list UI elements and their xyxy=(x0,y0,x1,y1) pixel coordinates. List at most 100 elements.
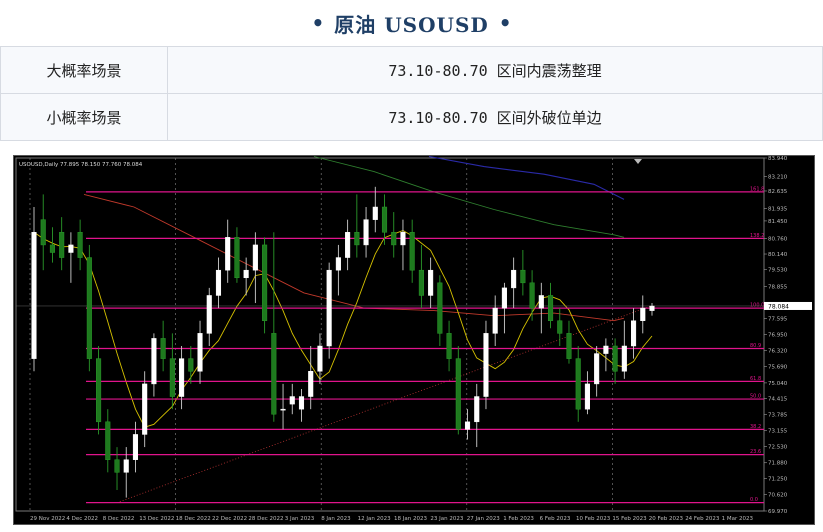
candle-body xyxy=(400,232,406,246)
price-tick-label: 75.690 xyxy=(768,364,788,370)
date-tick-label: 3 Jan 2023 xyxy=(285,516,315,522)
date-tick-label: 20 Feb 2023 xyxy=(649,516,684,522)
date-tick-label: 13 Dec 2022 xyxy=(139,516,174,522)
date-tick-label: 22 Dec 2022 xyxy=(212,516,247,522)
candle-body xyxy=(575,358,581,410)
price-tick-label: 73.785 xyxy=(768,413,788,419)
candle-body xyxy=(215,269,222,296)
price-tick-label: 76.950 xyxy=(768,333,788,339)
candle-body xyxy=(354,232,360,246)
candle-body xyxy=(179,358,185,397)
trend-line xyxy=(116,305,653,504)
candle-body xyxy=(40,219,46,246)
candle-body xyxy=(225,237,231,271)
fib-level-label: 50.0 xyxy=(750,394,761,400)
candle-body xyxy=(59,232,65,258)
candle-body xyxy=(243,269,249,279)
price-tick-label: 79.530 xyxy=(768,267,788,273)
candle-body xyxy=(308,371,314,397)
date-tick-label: 15 Feb 2023 xyxy=(612,516,647,522)
candle-body xyxy=(289,396,295,405)
title-bullet-left: • xyxy=(311,11,325,35)
candle-body xyxy=(649,305,655,311)
date-tick-label: 1 Feb 2023 xyxy=(503,516,534,522)
price-tick-label: 71.250 xyxy=(768,477,788,483)
fib-level-label: 38.2 xyxy=(750,424,761,430)
date-tick-label: 23 Jan 2023 xyxy=(430,516,463,522)
fib-level-label: 23.6 xyxy=(750,449,761,455)
candle-body xyxy=(520,269,526,284)
date-tick-label: 6 Feb 2023 xyxy=(540,516,571,522)
candle-body xyxy=(557,320,563,334)
candle-body xyxy=(151,338,157,385)
candle-body xyxy=(77,232,83,258)
candle-body xyxy=(105,421,111,460)
candle-body xyxy=(114,459,120,473)
price-tick-label: 76.320 xyxy=(768,349,788,355)
date-tick-label: 8 Dec 2022 xyxy=(103,516,135,522)
price-tick-label: 72.530 xyxy=(768,444,788,450)
candle-body xyxy=(132,434,139,460)
date-tick-label: 18 Jan 2023 xyxy=(394,516,427,522)
candle-body xyxy=(252,244,258,271)
chart-svg: 29 Nov 2022 4 Dec 2022 8 Dec 2022 13 Dec 20… xyxy=(15,155,812,522)
candle-body xyxy=(446,333,452,359)
candle-body xyxy=(234,237,240,279)
date-tick-label: 18 Dec 2022 xyxy=(176,516,211,522)
price-tick-label: 70.620 xyxy=(768,493,788,499)
price-tick-label: 83.210 xyxy=(768,174,788,180)
price-tick-label: 77.595 xyxy=(768,316,788,322)
scroll-marker-icon xyxy=(634,159,642,164)
candle-body xyxy=(123,459,129,473)
candle-body xyxy=(262,244,268,321)
candle-body xyxy=(529,282,535,309)
candle-body xyxy=(280,408,286,411)
candle-body xyxy=(511,269,517,289)
candle-body xyxy=(640,307,646,321)
title-bullet-right: • xyxy=(498,11,512,35)
candle-body xyxy=(437,282,443,334)
date-tick-label: 27 Jan 2023 xyxy=(467,516,500,522)
candle-body xyxy=(372,206,378,220)
candle-body xyxy=(584,383,590,410)
candle-body xyxy=(621,345,627,372)
price-tick-label: 80.760 xyxy=(768,236,788,242)
candle-body xyxy=(455,358,461,430)
price-tick-label: 74.415 xyxy=(768,397,788,403)
candle-body xyxy=(381,206,388,233)
symbol-info: USOUSD,Daily 77.895 78.150 77.760 78.084 xyxy=(19,162,143,168)
fib-level-label: 61.8 xyxy=(750,376,761,382)
price-tick-label: 78.855 xyxy=(768,284,788,290)
candle-body xyxy=(335,257,341,271)
scenario-table: 大概率场景 73.10-80.70 区间内震荡整理 小概率场景 73.10-80… xyxy=(0,46,823,141)
candle-body xyxy=(96,358,102,423)
current-price-label: 78.084 xyxy=(768,303,789,310)
candle-body xyxy=(492,307,498,334)
date-tick-label: 24 Feb 2023 xyxy=(685,516,720,522)
candle-body xyxy=(547,295,554,321)
price-tick-label: 81.450 xyxy=(768,219,788,225)
candle-body xyxy=(197,333,203,372)
date-tick-label: 8 Jan 2023 xyxy=(321,516,351,522)
price-tick-label: 71.880 xyxy=(768,461,788,467)
candle-body xyxy=(612,345,618,372)
candle-body xyxy=(142,383,148,435)
candle-body xyxy=(409,232,415,271)
candle-body xyxy=(31,232,37,359)
scenario-row-high: 大概率场景 73.10-80.70 区间内震荡整理 xyxy=(0,46,823,94)
candle-body xyxy=(391,232,397,246)
candle-body xyxy=(363,219,369,246)
price-tick-label: 81.935 xyxy=(768,207,788,213)
candle-body xyxy=(49,244,55,253)
candle-body xyxy=(501,287,507,309)
date-tick-label: 29 Nov 2022 xyxy=(30,516,65,522)
fib-level-label: 100.0 xyxy=(750,303,764,309)
date-tick-label: 1 Mar 2023 xyxy=(722,516,754,522)
ma-slow-line xyxy=(313,156,625,238)
candle-body xyxy=(86,257,92,359)
candle-body xyxy=(538,295,544,309)
price-tick-label: 82.635 xyxy=(768,189,788,195)
candle-body xyxy=(631,320,637,347)
scenario-label: 大概率场景 xyxy=(0,46,168,94)
candle-body xyxy=(169,358,175,397)
